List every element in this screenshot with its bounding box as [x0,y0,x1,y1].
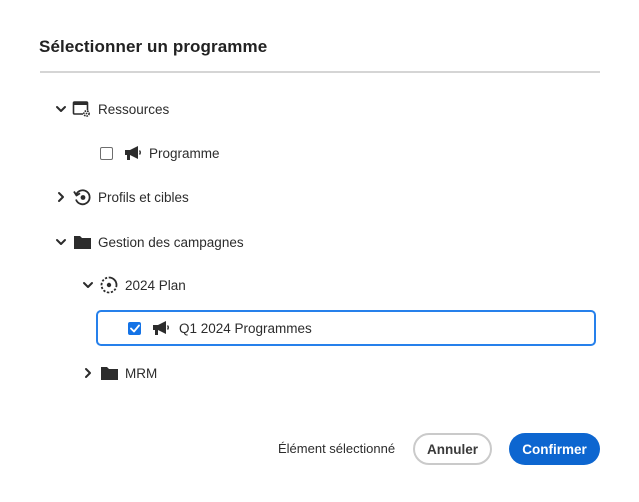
folder-icon [99,363,119,383]
tree-item-label: Programme [149,145,220,161]
title-divider [40,71,600,73]
folder-icon [72,232,92,252]
dialog-title: Sélectionner un programme [39,37,268,56]
chevron-right-icon[interactable] [54,190,68,204]
tree-item-2024-plan[interactable]: 2024 Plan [81,273,186,297]
cancel-button[interactable]: Annuler [413,433,492,465]
q1-programmes-checkbox[interactable] [128,321,141,335]
tree-item-campaigns[interactable]: Gestion des campagnes [54,230,244,254]
tree-item-label: Ressources [98,101,170,117]
megaphone-icon [123,143,143,163]
megaphone-icon [151,318,171,338]
chevron-down-icon[interactable] [54,102,68,116]
tree-item-label: Profils et cibles [98,189,189,205]
tree-item-programme[interactable]: Programme [100,141,220,165]
tree-item-label: MRM [125,365,158,381]
plan-target-icon [99,275,119,295]
chevron-down-icon[interactable] [54,235,68,249]
tree-item-q1-2024-programmes[interactable]: Q1 2024 Programmes [128,316,312,340]
history-target-icon [72,187,92,207]
tree-item-profiles[interactable]: Profils et cibles [54,185,189,209]
resource-settings-icon [72,99,92,119]
tree-item-label: Gestion des campagnes [98,234,244,250]
confirm-button[interactable]: Confirmer [509,433,600,465]
tree-item-label: Q1 2024 Programmes [179,320,312,336]
select-program-dialog: Sélectionner un programme Ressources Pro… [0,0,639,502]
programme-checkbox[interactable] [100,146,113,160]
tree-item-mrm[interactable]: MRM [81,361,157,385]
chevron-right-icon[interactable] [81,366,95,380]
selection-status: Élément sélectionné [278,441,396,456]
chevron-down-icon[interactable] [81,278,95,292]
tree-item-resources[interactable]: Ressources [54,97,169,121]
tree-item-label: 2024 Plan [125,277,186,293]
